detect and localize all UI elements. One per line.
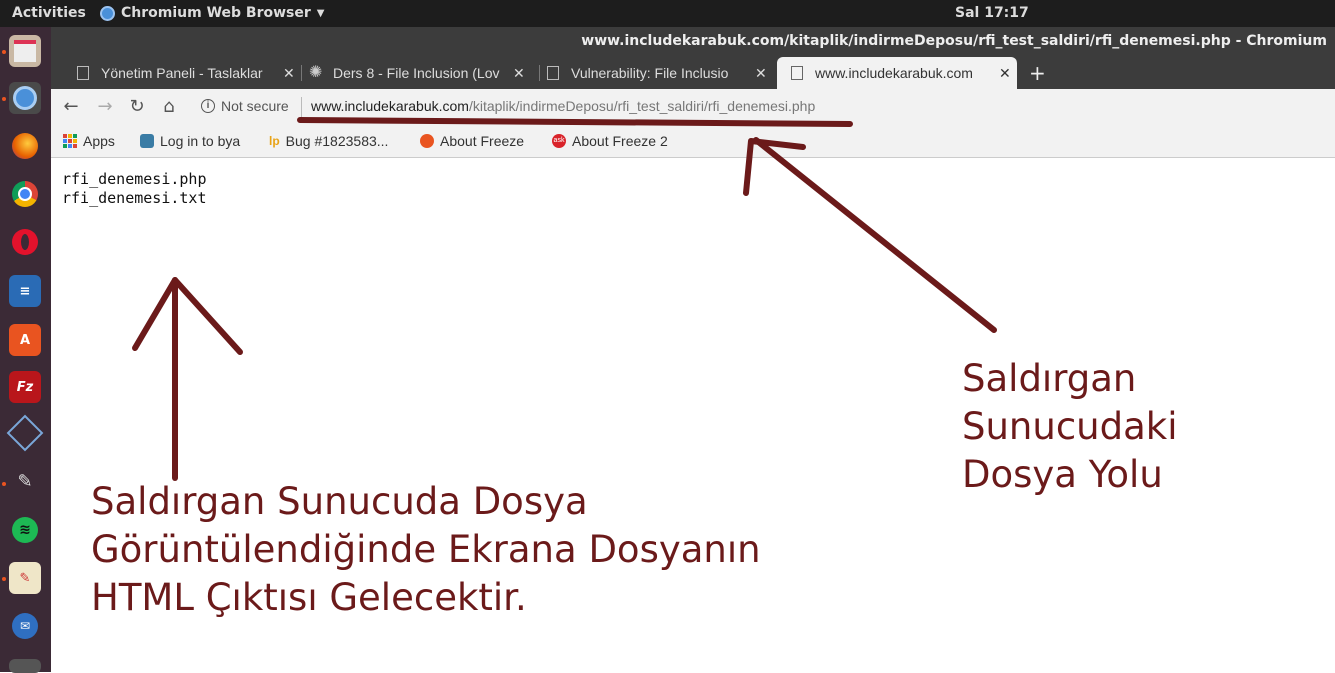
file-line: rfi_denemesi.php [62, 170, 207, 188]
chevron-down-icon: ▼ [316, 7, 325, 19]
virtualbox-icon[interactable] [6, 414, 44, 452]
right-caption: Saldırgan Sunucudaki Dosya Yolu [962, 355, 1178, 499]
bookmark-label: About Freeze 2 [572, 133, 668, 149]
chrome-icon[interactable] [9, 178, 41, 210]
tab-title: Ders 8 - File Inclusion (Lov [333, 65, 500, 81]
activities-button[interactable]: Activities [12, 5, 86, 21]
running-indicator [2, 577, 6, 581]
ubuntu-icon [420, 134, 434, 148]
security-indicator[interactable]: i Not secure [201, 98, 289, 114]
home-button[interactable]: ⌂ [157, 95, 181, 119]
tab-yonetim-paneli[interactable]: Yönetim Paneli - Taslaklar ✕ [51, 57, 299, 89]
dock: ≡ A Fz ✎ ≋ ✎ ✉ [0, 27, 51, 673]
left-arrow-head [132, 277, 243, 355]
tab-strip: Yönetim Paneli - Taslaklar ✕ ✺ Ders 8 - … [51, 57, 1335, 89]
gear-icon: ✺ [309, 64, 323, 81]
new-tab-button[interactable]: + [1029, 61, 1046, 85]
close-icon[interactable]: ✕ [999, 65, 1011, 82]
notes-icon[interactable]: ✎ [9, 562, 41, 594]
page-icon [547, 66, 559, 80]
gimp-icon[interactable]: ✎ [9, 465, 41, 497]
page-content: rfi_denemesi.php rfi_denemesi.txt [62, 170, 207, 208]
software-center-icon[interactable]: A [9, 324, 41, 356]
caption-line: Saldırgan Sunucuda Dosya [91, 480, 588, 523]
app-menu[interactable]: Chromium Web Browser ▼ [100, 5, 324, 21]
tab-title: www.includekarabuk.com [815, 65, 973, 81]
running-indicator [2, 50, 6, 54]
caption-line: Dosya Yolu [962, 453, 1163, 496]
page-icon [791, 66, 803, 80]
browser-chrome: www.includekarabuk.com/kitaplik/indirmeD… [51, 27, 1335, 158]
tab-vulnerability[interactable]: Vulnerability: File Inclusio ✕ [521, 57, 771, 89]
running-indicator [2, 482, 6, 486]
bookmark-label: Apps [83, 133, 115, 149]
info-icon: i [201, 99, 215, 113]
url-host: www.includekarabuk.com [311, 98, 469, 114]
toolbar: ← → ↻ ⌂ i Not secure www.includekarabuk.… [51, 89, 1335, 125]
url-path: /kitaplik/indirmeDeposu/rfi_test_saldiri… [468, 98, 816, 114]
tab-title: Vulnerability: File Inclusio [571, 65, 729, 81]
bookmark-log-in-to-bya[interactable]: Log in to bya [140, 133, 240, 149]
address-bar[interactable]: www.includekarabuk.com/kitaplik/indirmeD… [311, 98, 815, 114]
running-indicator [2, 97, 6, 101]
page-icon [77, 66, 89, 80]
tab-includekarabuk[interactable]: www.includekarabuk.com ✕ [777, 57, 1017, 89]
reload-button[interactable]: ↻ [125, 95, 149, 119]
apps-grid-icon [63, 134, 77, 148]
chromium-icon [100, 5, 115, 21]
tab-ders-8[interactable]: ✺ Ders 8 - File Inclusion (Lov ✕ [283, 57, 531, 89]
ask-icon: ask [552, 134, 566, 148]
right-arrow-shaft [753, 137, 997, 333]
bookmark-apps[interactable]: Apps [63, 133, 115, 149]
bookmark-label: About Freeze [440, 133, 525, 149]
firefox-icon[interactable] [9, 130, 41, 162]
bookmark-about-freeze-2[interactable]: ask About Freeze 2 [552, 133, 668, 149]
mail-icon[interactable]: ✉ [9, 610, 41, 642]
filezilla-icon[interactable]: Fz [9, 371, 41, 403]
bookmark-label: Log in to bya [160, 133, 241, 149]
bya-icon [140, 134, 154, 148]
clock[interactable]: Sal 17:17 [955, 5, 1029, 21]
bookmarks-bar: Apps Log in to bya lp Bug #1823583... Ab… [51, 125, 1335, 158]
window-title: www.includekarabuk.com/kitaplik/indirmeD… [581, 33, 1327, 49]
security-label: Not secure [221, 98, 289, 114]
caption-line: Görüntülendiğinde Ekrana Dosyanın [91, 528, 761, 571]
tab-title: Yönetim Paneli - Taslaklar [101, 65, 263, 81]
spotify-icon[interactable]: ≋ [9, 514, 41, 546]
caption-line: Saldırgan [962, 357, 1137, 400]
bookmark-about-freeze[interactable]: About Freeze [420, 133, 524, 149]
app-name: Chromium Web Browser [121, 5, 311, 21]
left-caption: Saldırgan Sunucuda Dosya Görüntülendiğin… [91, 478, 761, 622]
caption-line: HTML Çıktısı Gelecektir. [91, 576, 527, 619]
launchpad-icon: lp [269, 134, 280, 148]
terminal-icon[interactable] [9, 659, 41, 673]
forward-button[interactable]: → [93, 95, 117, 119]
file-line: rfi_denemesi.txt [62, 189, 207, 207]
system-top-bar: Activities Chromium Web Browser ▼ Sal 17… [0, 0, 1335, 27]
bookmark-bug[interactable]: lp Bug #1823583... [269, 133, 388, 149]
chromium-dock-icon[interactable] [9, 82, 41, 114]
files-icon[interactable] [9, 35, 41, 67]
divider [301, 97, 302, 117]
caption-line: Sunucudaki [962, 405, 1178, 448]
opera-icon[interactable] [9, 226, 41, 258]
bookmark-label: Bug #1823583... [285, 133, 389, 149]
close-icon[interactable]: ✕ [755, 65, 767, 82]
back-button[interactable]: ← [59, 95, 83, 119]
writer-icon[interactable]: ≡ [9, 275, 41, 307]
